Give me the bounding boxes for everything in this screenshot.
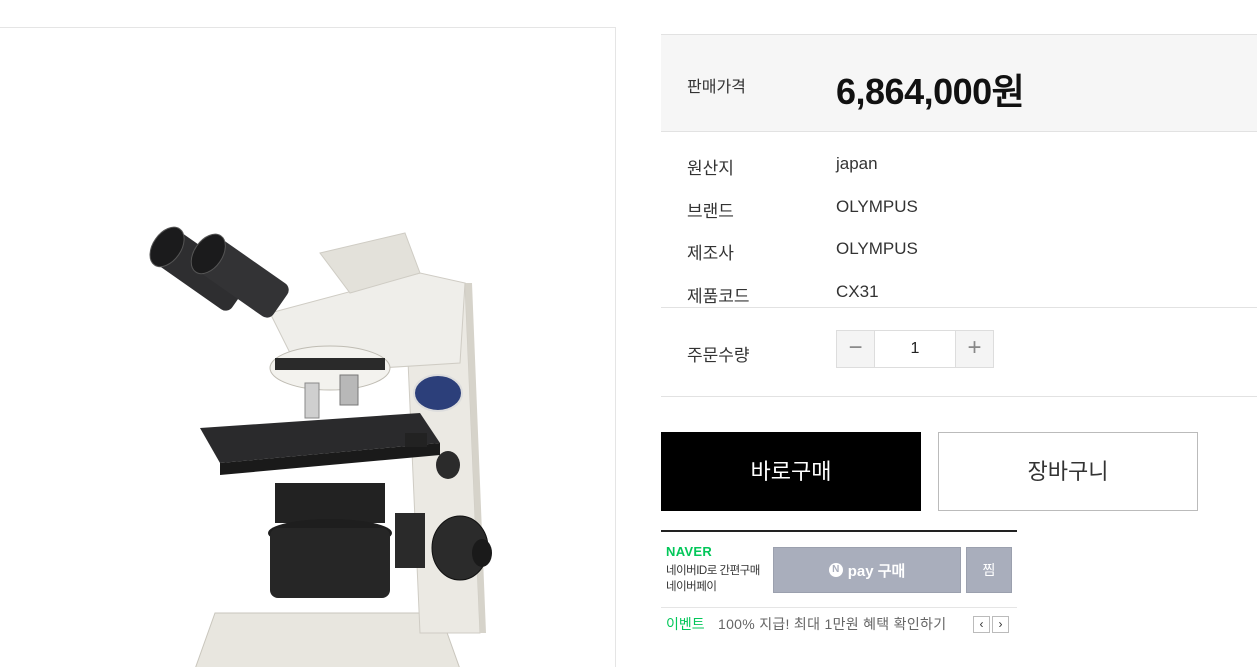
zzim-button[interactable]: 찜: [966, 547, 1012, 593]
product-image-panel: [0, 27, 616, 667]
spec-row-brand: 브랜드 OLYMPUS: [661, 192, 1257, 235]
chevron-right-icon[interactable]: ›: [992, 616, 1009, 633]
npay-icon: N: [828, 563, 843, 577]
naver-pay-widget: NAVER 네이버ID로 간편구매 네이버페이 N pay 구매 찜 이벤트 1…: [661, 530, 1017, 642]
npay-label: pay 구매: [847, 562, 906, 580]
naver-pay-description: 네이버ID로 간편구매 네이버페이: [666, 563, 760, 595]
naver-logo: NAVER: [666, 544, 713, 559]
product-image: [149, 226, 492, 667]
event-text[interactable]: 100% 지급! 최대 1만원 혜택 확인하기: [718, 614, 960, 634]
spec-row-manufacturer: 제조사 OLYMPUS: [661, 234, 1257, 277]
spec-label: 제조사: [687, 244, 734, 263]
spec-value: OLYMPUS: [836, 196, 918, 216]
price-value: 6,864,000원: [836, 71, 1025, 112]
purchase-actions: 바로구매 장바구니: [661, 432, 1201, 512]
spec-value: japan: [836, 154, 878, 173]
naver-desc-line1: 네이버ID로 간편구매: [666, 565, 760, 577]
quantity-input[interactable]: [875, 331, 955, 367]
event-banner: 이벤트 100% 지급! 최대 1만원 혜택 확인하기 ‹ ›: [661, 607, 1017, 636]
quantity-label: 주문수량: [687, 346, 750, 365]
chevron-left-icon[interactable]: ‹: [973, 616, 990, 633]
spec-label: 원산지: [687, 159, 734, 178]
price-label: 판매가격: [687, 79, 746, 96]
spec-label: 제품코드: [687, 286, 750, 306]
spec-row-origin: 원산지 japan: [661, 149, 1257, 192]
plus-icon[interactable]: +: [955, 331, 993, 367]
spec-label: 브랜드: [687, 201, 734, 221]
quantity-stepper: − +: [836, 330, 994, 368]
event-tag: 이벤트: [666, 616, 705, 632]
quantity-row: 주문수량 − +: [661, 308, 1257, 397]
spec-list: 원산지 japan 브랜드 OLYMPUS 제조사 OLYMPUS 제품코드 C…: [661, 132, 1257, 308]
buy-now-button[interactable]: 바로구매: [661, 432, 921, 511]
npay-buy-button[interactable]: N pay 구매: [773, 547, 961, 593]
naver-desc-line2: 네이버페이: [666, 581, 717, 593]
product-info: 판매가격 6,864,000원 원산지 japan 브랜드 OLYMPUS 제조…: [661, 34, 1257, 397]
price-row: 판매가격 6,864,000원: [661, 34, 1257, 132]
spec-value: CX31: [836, 281, 879, 301]
add-to-cart-button[interactable]: 장바구니: [938, 432, 1198, 511]
spec-value: OLYMPUS: [836, 239, 918, 258]
minus-icon[interactable]: −: [837, 331, 875, 367]
